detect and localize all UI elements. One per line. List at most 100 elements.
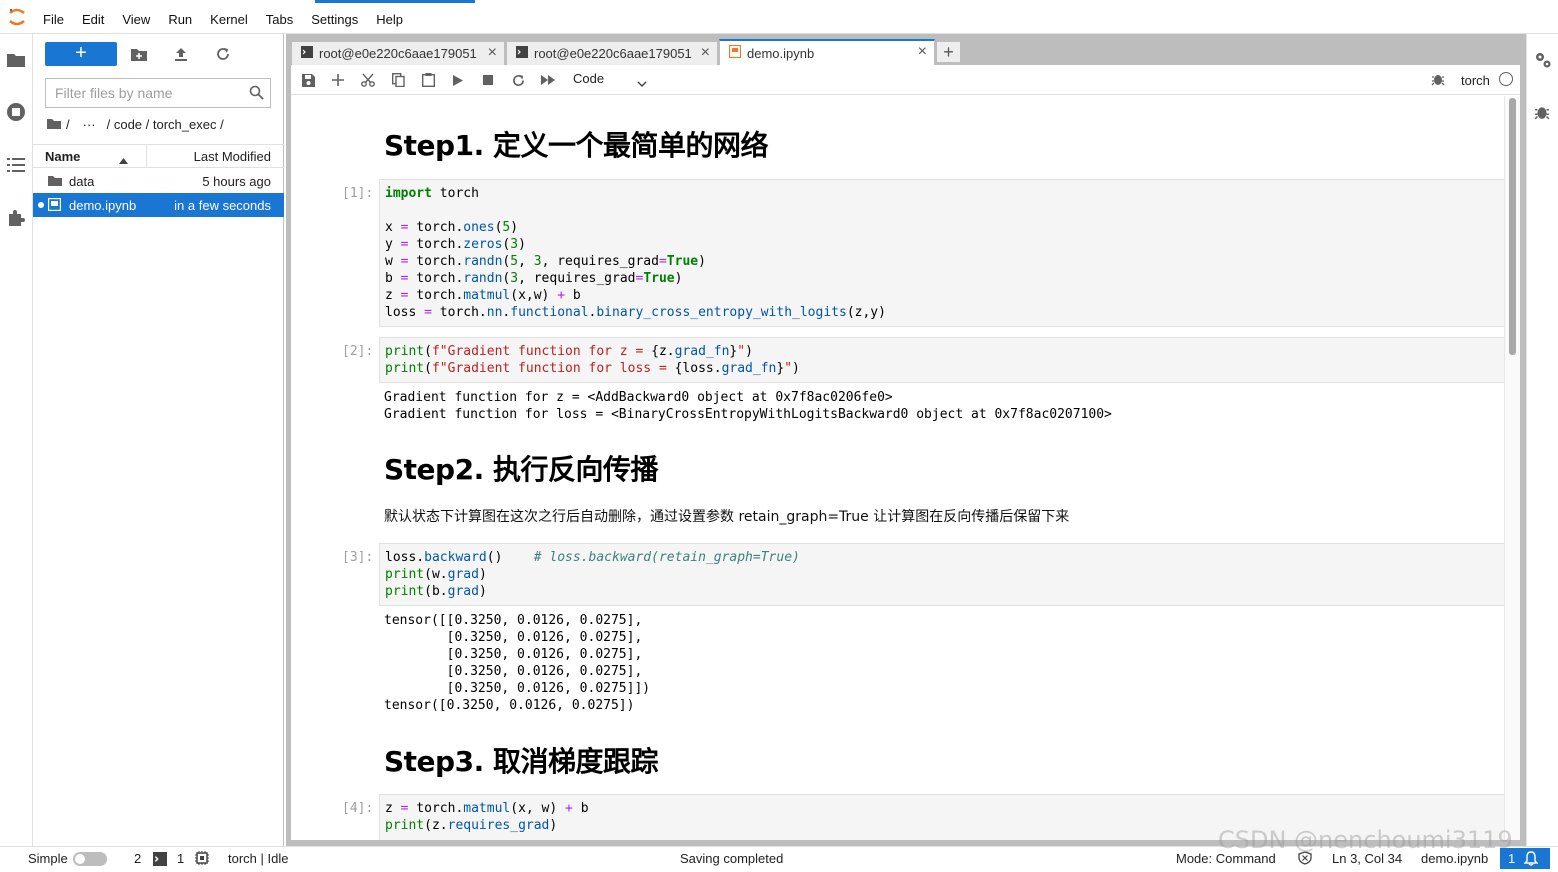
bug-icon[interactable] [1431, 72, 1445, 91]
restart-icon[interactable] [509, 71, 527, 89]
jupyter-logo-icon[interactable] [0, 0, 34, 34]
copy-icon[interactable] [389, 71, 407, 89]
kernel-status-text[interactable]: torch | Idle [228, 851, 288, 866]
heading-step3: Step3. 取消梯度跟踪 [384, 745, 658, 778]
table-of-contents-icon[interactable] [5, 154, 27, 176]
filter-files-field[interactable] [45, 78, 271, 108]
close-icon[interactable]: × [488, 44, 497, 62]
status-message: Saving completed [680, 851, 784, 866]
breadcrumb-ellipsis[interactable]: ··· [83, 117, 96, 132]
breadcrumb-path[interactable]: / code / torch_exec / [107, 117, 224, 132]
run-all-icon[interactable] [539, 71, 557, 89]
active-indicator [315, 0, 475, 3]
tab-terminal-2[interactable]: root@e0e220c6aae179051 × [506, 41, 718, 65]
tab-terminal-1[interactable]: root@e0e220c6aae179051 × [291, 41, 505, 65]
debugger-icon[interactable] [1534, 104, 1552, 122]
tab-label: root@e0e220c6aae179051 [534, 46, 692, 61]
output-line: [0.3250, 0.0126, 0.0275]]) [384, 681, 651, 696]
add-cell-icon[interactable] [329, 71, 347, 89]
heading-step2: Step2. 执行反向传播 [384, 453, 658, 486]
menu-run[interactable]: Run [159, 0, 201, 34]
tab-bar: root@e0e220c6aae179051 × root@e0e220c6aa… [286, 34, 1526, 65]
column-divider[interactable] [146, 145, 147, 167]
close-icon[interactable]: × [918, 43, 927, 61]
kernel-idle-icon [1499, 72, 1513, 86]
cut-icon[interactable] [359, 71, 377, 89]
file-list-header: Name Last Modified [33, 144, 284, 168]
close-icon[interactable]: × [701, 44, 710, 62]
output-line: [0.3250, 0.0126, 0.0275], [384, 664, 643, 679]
notebook-icon [47, 197, 62, 214]
new-launcher-button[interactable]: + [45, 42, 117, 66]
kernel-name[interactable]: torch [1461, 73, 1490, 88]
upload-icon[interactable] [171, 44, 191, 64]
folder-icon[interactable] [5, 48, 27, 70]
breadcrumb-root[interactable]: / [66, 117, 70, 132]
tab-demo-ipynb[interactable]: demo.ipynb × [719, 39, 935, 65]
simple-mode-label: Simple [28, 851, 68, 866]
file-modified: in a few seconds [174, 198, 271, 213]
column-name[interactable]: Name [45, 149, 80, 164]
filter-files-input[interactable] [46, 79, 236, 107]
file-browser-toolbar: + [33, 34, 284, 74]
save-icon[interactable] [299, 71, 317, 89]
file-row-data[interactable]: data 5 hours ago [33, 169, 284, 193]
menu-settings[interactable]: Settings [302, 0, 367, 34]
running-kernels-icon[interactable] [5, 101, 27, 123]
output-line: tensor([[0.3250, 0.0126, 0.0275], [384, 613, 643, 628]
menu-bar: File Edit View Run Kernel Tabs Settings … [0, 0, 1558, 34]
chevron-down-icon[interactable] [637, 74, 647, 92]
menu-edit[interactable]: Edit [73, 0, 113, 34]
cell-prompt: [3]: [342, 550, 374, 565]
menu-help[interactable]: Help [367, 0, 412, 34]
refresh-icon[interactable] [213, 44, 233, 64]
stop-icon[interactable] [479, 71, 497, 89]
run-icon[interactable] [449, 71, 467, 89]
new-folder-icon[interactable] [129, 44, 149, 64]
code-cell-2[interactable]: print(f"Gradient function for z = {z.gra… [379, 337, 1506, 383]
file-browser: + / ··· / code / torch_exec / Name Last … [33, 34, 284, 846]
file-name: data [69, 174, 95, 189]
notebook-content[interactable]: Step1. 定义一个最简单的网络 [1]: import torch x = … [291, 96, 1520, 840]
home-folder-icon[interactable] [47, 117, 61, 132]
menu-view[interactable]: View [113, 0, 159, 34]
code-cell-1[interactable]: import torch x = torch.ones(5) y = torch… [379, 179, 1506, 327]
tab-label: demo.ipynb [747, 45, 815, 61]
markdown-paragraph: 默认状态下计算图在这次之行后自动删除，通过设置参数 retain_graph=T… [384, 509, 1070, 525]
terminal-icon [301, 46, 313, 61]
search-icon [249, 85, 264, 105]
output-line: tensor([0.3250, 0.0126, 0.0275]) [384, 698, 635, 713]
menu-kernel[interactable]: Kernel [201, 0, 257, 34]
output-line: [0.3250, 0.0126, 0.0275], [384, 630, 643, 645]
output-line: [0.3250, 0.0126, 0.0275], [384, 647, 643, 662]
scrollbar-thumb[interactable] [1509, 98, 1516, 355]
file-name: demo.ipynb [69, 198, 137, 213]
paste-icon[interactable] [419, 71, 437, 89]
breadcrumb: / ··· / code / torch_exec / [47, 117, 224, 132]
add-tab-button[interactable]: + [936, 41, 961, 63]
output-line: Gradient function for loss = <BinaryCros… [384, 407, 1112, 422]
notebook-toolbar: Code torch [291, 65, 1520, 95]
menu-file[interactable]: File [34, 0, 73, 34]
extensions-icon[interactable] [5, 207, 27, 229]
sort-ascending-icon[interactable] [119, 152, 128, 167]
menu-tabs[interactable]: Tabs [257, 0, 302, 34]
property-inspector-icon[interactable] [1534, 51, 1552, 69]
simple-mode-toggle[interactable] [73, 852, 107, 866]
kernel-count[interactable]: 1 [177, 851, 184, 866]
scrollbar-track[interactable] [1504, 96, 1520, 840]
output-line: Gradient function for z = <AddBackward0 … [384, 390, 893, 405]
tab-label: root@e0e220c6aae179051 [319, 46, 477, 61]
code-cell-3[interactable]: loss.backward() # loss.backward(retain_g… [379, 543, 1506, 606]
terminal-count[interactable]: 2 [134, 851, 141, 866]
main-dock: root@e0e220c6aae179051 × root@e0e220c6aa… [286, 34, 1526, 846]
running-dot-icon [38, 202, 44, 208]
notebook-panel: Code torch Step1. 定义一个最简单的网络 [1]: import… [291, 65, 1520, 840]
cell-prompt: [2]: [342, 344, 374, 359]
notebook-icon [728, 44, 742, 61]
file-row-demo-ipynb[interactable]: demo.ipynb in a few seconds [33, 193, 284, 217]
folder-icon [48, 174, 62, 189]
column-last-modified[interactable]: Last Modified [194, 149, 271, 164]
heading-step1: Step1. 定义一个最简单的网络 [384, 129, 768, 162]
left-sidebar [0, 34, 33, 846]
